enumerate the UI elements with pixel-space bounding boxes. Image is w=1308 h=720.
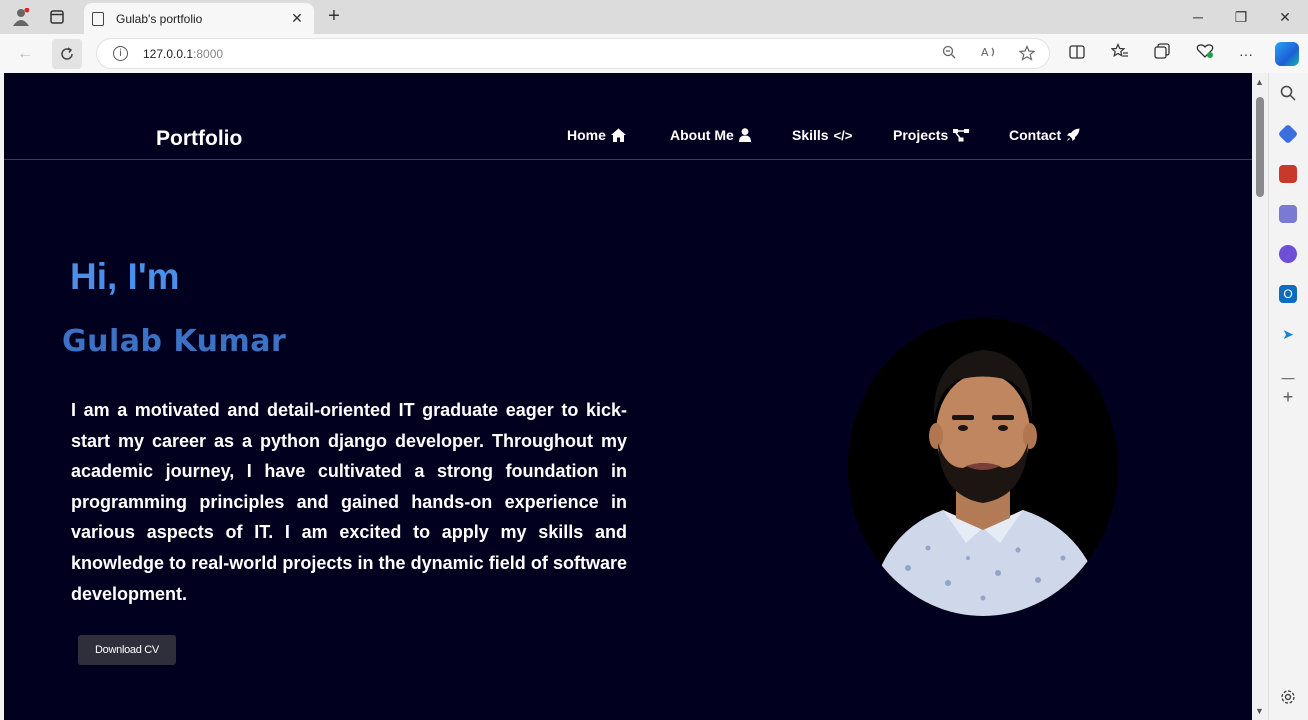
page-icon	[92, 11, 104, 26]
url-host: 127.0.0.1	[143, 47, 194, 61]
browser-toolbar: ← i 127.0.0.1:8000 A ···	[0, 34, 1308, 73]
profile-icon[interactable]	[10, 6, 32, 28]
nav-home-label: Home	[567, 127, 606, 143]
nav-about-label: About Me	[670, 127, 734, 143]
nav-projects[interactable]: Projects	[893, 127, 970, 143]
tools-briefcase-icon[interactable]	[1279, 165, 1297, 183]
address-bar[interactable]: i 127.0.0.1:8000 A	[96, 38, 1050, 69]
rocket-icon	[1066, 128, 1080, 142]
new-tab-button[interactable]: +	[322, 5, 346, 29]
title-bar: Gulab's portfolio ✕ + ─ ❐ ✕	[0, 0, 1308, 34]
browser-essentials-icon[interactable]	[1194, 43, 1216, 65]
read-aloud-icon[interactable]: A	[979, 45, 999, 65]
refresh-button[interactable]	[52, 39, 82, 69]
scroll-up-icon[interactable]: ▲	[1255, 77, 1264, 87]
settings-more-icon[interactable]: ···	[1235, 43, 1257, 65]
site-brand[interactable]: Portfolio	[156, 127, 242, 151]
nav-contact[interactable]: Contact	[1009, 127, 1080, 143]
hero-bio: I am a motivated and detail-oriented IT …	[71, 400, 627, 604]
svg-text:A: A	[981, 46, 989, 59]
page-viewport: Portfolio Home About Me Skills </> Proje…	[4, 73, 1252, 720]
site-navbar: Portfolio Home About Me Skills </> Proje…	[4, 73, 1252, 160]
arrow-left-icon: ←	[17, 45, 33, 62]
copilot-icon[interactable]	[1275, 42, 1299, 66]
favorites-icon[interactable]	[1109, 43, 1131, 65]
microsoft-365-icon[interactable]	[1279, 245, 1297, 263]
url-text[interactable]: 127.0.0.1:8000	[143, 47, 223, 61]
profile-photo	[848, 318, 1118, 616]
browser-tab[interactable]: Gulab's portfolio ✕	[84, 3, 314, 34]
sidebar-settings-gear-icon[interactable]	[1279, 689, 1297, 707]
page-scrollbar[interactable]: ▲ ▼	[1252, 73, 1268, 720]
restore-button[interactable]: ❐	[1229, 6, 1253, 28]
project-diagram-icon	[953, 128, 970, 141]
divider: ─	[1281, 368, 1295, 388]
outlook-icon[interactable]: O	[1279, 285, 1297, 303]
add-sidebar-app-icon[interactable]: +	[1279, 388, 1297, 406]
tab-actions-icon[interactable]	[46, 6, 68, 28]
shopping-tag-icon[interactable]	[1277, 123, 1299, 145]
download-cv-button[interactable]: Download CV	[78, 635, 176, 665]
hero-name: Gulab Kumar	[62, 324, 287, 359]
search-icon[interactable]	[1279, 85, 1297, 103]
minimize-button[interactable]: ─	[1186, 6, 1210, 28]
collections-icon[interactable]	[1151, 43, 1173, 65]
nav-contact-label: Contact	[1009, 127, 1062, 143]
hero-greeting: Hi, I'm	[70, 256, 180, 297]
house-icon	[610, 128, 626, 142]
code-icon: </>	[833, 127, 853, 143]
split-screen-icon[interactable]	[1066, 43, 1088, 65]
games-icon[interactable]	[1279, 205, 1297, 223]
refresh-icon	[61, 47, 73, 60]
nav-skills[interactable]: Skills </>	[792, 127, 852, 143]
scrollbar-thumb[interactable]	[1256, 97, 1264, 197]
edge-sidebar: O ➤ ─ +	[1268, 73, 1308, 720]
favorite-star-icon[interactable]	[1017, 45, 1037, 65]
nav-about-me[interactable]: About Me	[670, 127, 751, 143]
user-icon	[738, 128, 751, 142]
url-port: :8000	[193, 47, 224, 61]
nav-home[interactable]: Home	[567, 127, 626, 143]
close-window-button[interactable]: ✕	[1273, 6, 1297, 28]
tab-title: Gulab's portfolio	[116, 11, 203, 26]
back-button[interactable]: ←	[10, 39, 40, 69]
nav-projects-label: Projects	[893, 127, 949, 143]
nav-skills-label: Skills	[792, 127, 829, 143]
site-info-icon[interactable]: i	[113, 46, 128, 61]
send-icon[interactable]: ➤	[1279, 325, 1297, 343]
tab-close-icon[interactable]: ✕	[288, 10, 306, 27]
scroll-down-icon[interactable]: ▼	[1255, 706, 1264, 716]
zoom-out-icon[interactable]	[939, 45, 959, 65]
